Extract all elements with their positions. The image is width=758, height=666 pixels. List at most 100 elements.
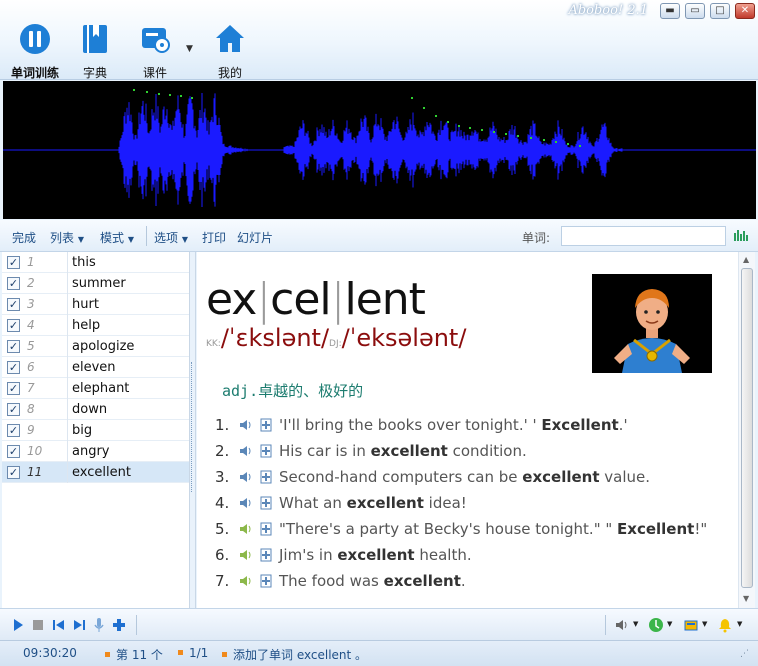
word-list-item[interactable]: ✓ 3 hurt [2, 294, 189, 315]
word-index: 5 [27, 339, 35, 353]
add-to-notebook-icon[interactable] [259, 444, 273, 458]
word-list-item[interactable]: ✓ 11 excellent [2, 462, 189, 483]
repeat-settings-icon[interactable] [683, 617, 699, 633]
sentence-marker [180, 95, 182, 97]
bell-icon[interactable] [717, 617, 733, 633]
speaker-icon[interactable] [239, 418, 253, 432]
word-list-item[interactable]: ✓ 5 apologize [2, 336, 189, 357]
word-list-item[interactable]: ✓ 6 eleven [2, 357, 189, 378]
equalizer-icon[interactable] [734, 229, 750, 241]
chevron-down-icon[interactable]: ▼ [667, 620, 672, 628]
add-to-notebook-icon[interactable] [259, 574, 273, 588]
add-icon[interactable] [111, 617, 127, 633]
done-button[interactable]: 完成 [12, 229, 36, 246]
options-menu-label: 选项 [154, 231, 179, 245]
word-list-item[interactable]: ✓ 7 elephant [2, 378, 189, 399]
example-keyword: excellent [346, 494, 424, 512]
my-button[interactable]: 我的 [199, 22, 261, 81]
speaker-icon[interactable] [239, 470, 253, 484]
courseware-button[interactable]: 课件 [124, 22, 186, 81]
word-list-item[interactable]: ✓ 8 down [2, 399, 189, 420]
add-to-notebook-icon[interactable] [259, 522, 273, 536]
word-checkbox[interactable]: ✓ [7, 382, 20, 395]
dictionary-button[interactable]: 字典 [64, 22, 126, 81]
example-part: value. [599, 468, 651, 486]
resize-grip-icon[interactable]: ⋰ [740, 649, 749, 659]
syllable-separator: | [330, 274, 346, 325]
example-part: . [460, 572, 466, 590]
speed-icon[interactable] [648, 617, 664, 633]
word-training-button[interactable]: 单词训练 [4, 22, 66, 81]
word-search-label: 单词: [522, 231, 551, 245]
scroll-up-icon[interactable]: ▲ [743, 255, 749, 264]
word-list-item[interactable]: ✓ 2 summer [2, 273, 189, 294]
word-search-input[interactable] [561, 226, 726, 246]
column-divider [67, 441, 68, 462]
word-list-item[interactable]: ✓ 1 this [2, 252, 189, 273]
panel-splitter[interactable] [190, 252, 196, 608]
word-list-item[interactable]: ✓ 9 big [2, 420, 189, 441]
chevron-down-icon[interactable]: ▼ [737, 620, 742, 628]
word-checkbox[interactable]: ✓ [7, 445, 20, 458]
word-checkbox[interactable]: ✓ [7, 424, 20, 437]
word-checkbox[interactable]: ✓ [7, 277, 20, 290]
add-to-notebook-icon[interactable] [259, 548, 273, 562]
example-text: "There's a party at Becky's house tonigh… [279, 520, 707, 538]
example-text: Second-hand computers can be excellent v… [279, 468, 650, 486]
restore-button[interactable]: ▭ [685, 3, 705, 19]
speaker-icon[interactable] [239, 496, 253, 510]
add-to-notebook-icon[interactable] [259, 496, 273, 510]
print-button[interactable]: 打印 [202, 229, 226, 246]
detail-scrollbar[interactable]: ▲ ▼ [738, 252, 755, 608]
previous-icon[interactable] [51, 617, 67, 633]
speaker-icon[interactable] [239, 548, 253, 562]
example-part: idea! [423, 494, 467, 512]
maximize-button[interactable]: □ [710, 3, 730, 19]
microphone-icon[interactable] [91, 617, 107, 633]
close-button[interactable]: ✕ [735, 3, 755, 19]
example-text: Jim's in excellent health. [279, 546, 472, 564]
word-index: 11 [27, 465, 43, 479]
example-sentence: 7. The food was excellent. [215, 572, 466, 594]
next-icon[interactable] [71, 617, 87, 633]
add-to-notebook-icon[interactable] [259, 470, 273, 484]
courseware-dropdown-caret-icon[interactable]: ▼ [186, 44, 193, 54]
word-checkbox[interactable]: ✓ [7, 256, 20, 269]
chevron-down-icon[interactable]: ▼ [702, 620, 707, 628]
stop-icon[interactable] [30, 617, 46, 633]
status-marker-icon [178, 650, 183, 655]
speaker-icon[interactable] [239, 444, 253, 458]
scrollbar-thumb[interactable] [741, 268, 753, 588]
word-list-item[interactable]: ✓ 4 help [2, 315, 189, 336]
add-to-notebook-icon[interactable] [259, 418, 273, 432]
list-menu[interactable]: 列表 ▼ [50, 229, 84, 246]
example-number: 2. [215, 442, 230, 460]
word-checkbox[interactable]: ✓ [7, 319, 20, 332]
kk-tag: KK: [206, 339, 221, 349]
word-text: elephant [72, 381, 130, 396]
sentence-marker [423, 107, 425, 109]
scroll-down-icon[interactable]: ▼ [743, 594, 749, 603]
minimize-button[interactable]: ▬ [660, 3, 680, 19]
courseware-label: 课件 [142, 66, 167, 80]
word-checkbox[interactable]: ✓ [7, 403, 20, 416]
volume-icon[interactable] [614, 617, 630, 633]
slideshow-button[interactable]: 幻灯片 [237, 229, 273, 246]
audio-waveform[interactable] [3, 81, 756, 219]
word-checkbox[interactable]: ✓ [7, 340, 20, 353]
word-text: summer [72, 276, 126, 291]
options-menu[interactable]: 选项 ▼ [154, 229, 188, 246]
speaker-icon[interactable] [239, 574, 253, 588]
word-checkbox[interactable]: ✓ [7, 466, 20, 479]
word-checkbox[interactable]: ✓ [7, 298, 20, 311]
mode-menu[interactable]: 模式 ▼ [100, 229, 134, 246]
word-checkbox[interactable]: ✓ [7, 361, 20, 374]
chevron-down-icon[interactable]: ▼ [633, 620, 638, 628]
speaker-icon[interactable] [239, 522, 253, 536]
word-list: ✓ 1 this ✓ 2 summer ✓ 3 hurt ✓ 4 help ✓ 5 apologize ✓ 6 e… [2, 252, 190, 608]
splitter-grip[interactable] [191, 362, 194, 492]
example-keyword: excellent [370, 442, 448, 460]
word-list-item[interactable]: ✓ 10 angry [2, 441, 189, 462]
play-icon[interactable] [10, 617, 26, 633]
word-detail-panel: ex|cel|lent KK:/ˈɛkslənt/DJ:/ˈeksələnt/ … [197, 252, 738, 608]
